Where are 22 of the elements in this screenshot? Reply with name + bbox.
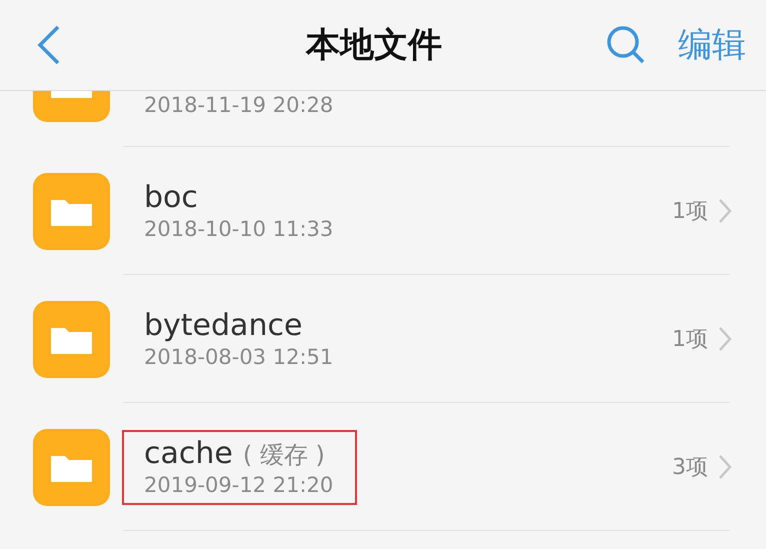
chevron-right-icon (718, 198, 732, 224)
folder-name: cache (144, 436, 233, 470)
folder-icon (33, 172, 110, 250)
folder-icon (33, 300, 110, 378)
item-count: 1项 (672, 198, 708, 226)
chevron-right-icon (718, 326, 732, 352)
modified-date: 2018-08-03 12:51 (144, 344, 334, 368)
item-count: 3项 (672, 454, 708, 482)
folder-name: bytedance (144, 308, 302, 342)
folder-note: ( 缓存 ) (242, 440, 325, 470)
folder-row[interactable]: cache ( 缓存 ) 2019-09-12 21:20 3项 (0, 403, 766, 531)
folder-row[interactable]: bytedance 2018-08-03 12:51 1项 (0, 275, 766, 403)
item-count: 1项 (672, 326, 708, 354)
folder-name: boc (144, 180, 198, 214)
chevron-right-icon (718, 454, 732, 480)
search-icon[interactable] (606, 25, 646, 65)
modified-date: 2018-11-19 20:28 (144, 93, 334, 117)
page-title: 本地文件 (304, 24, 443, 67)
folder-row[interactable]: boc 2018-10-10 11:33 1项 (0, 147, 766, 275)
modified-date: 2019-09-12 21:20 (144, 472, 334, 496)
modified-date: 2018-10-10 11:33 (144, 216, 334, 240)
folder-icon (33, 428, 110, 506)
